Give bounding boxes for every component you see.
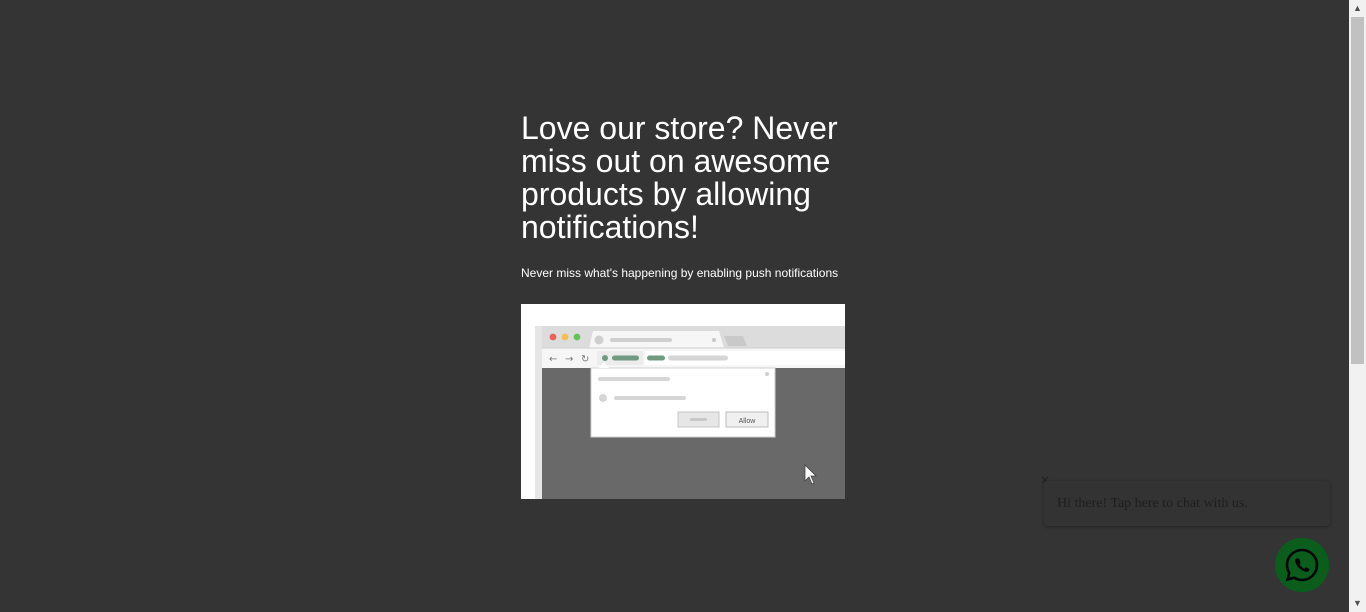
scroll-thumb[interactable]	[1351, 17, 1364, 364]
illustration-allow-label: Allow	[739, 418, 757, 425]
chat-greeting-text: Hi there! Tap here to chat with us.	[1057, 496, 1248, 511]
scroll-up-arrow[interactable]: ▲	[1349, 0, 1366, 17]
chat-greeting-bubble[interactable]: Hi there! Tap here to chat with us.	[1044, 481, 1330, 526]
svg-text:↻: ↻	[581, 354, 589, 365]
allow-notifications-illustration: ← → ↻ Allow	[521, 304, 845, 499]
whatsapp-icon	[1275, 538, 1329, 592]
vertical-scrollbar[interactable]: ▲ ▼	[1349, 0, 1366, 612]
scroll-down-arrow[interactable]: ▼	[1349, 595, 1366, 612]
svg-text:←: ←	[549, 354, 557, 365]
svg-text:→: →	[565, 354, 573, 365]
whatsapp-chat-button[interactable]	[1275, 538, 1329, 592]
notification-headline: Love our store? Never miss out on awesom…	[521, 110, 838, 245]
notification-subtext: Never miss what's happening by enabling …	[521, 266, 839, 280]
